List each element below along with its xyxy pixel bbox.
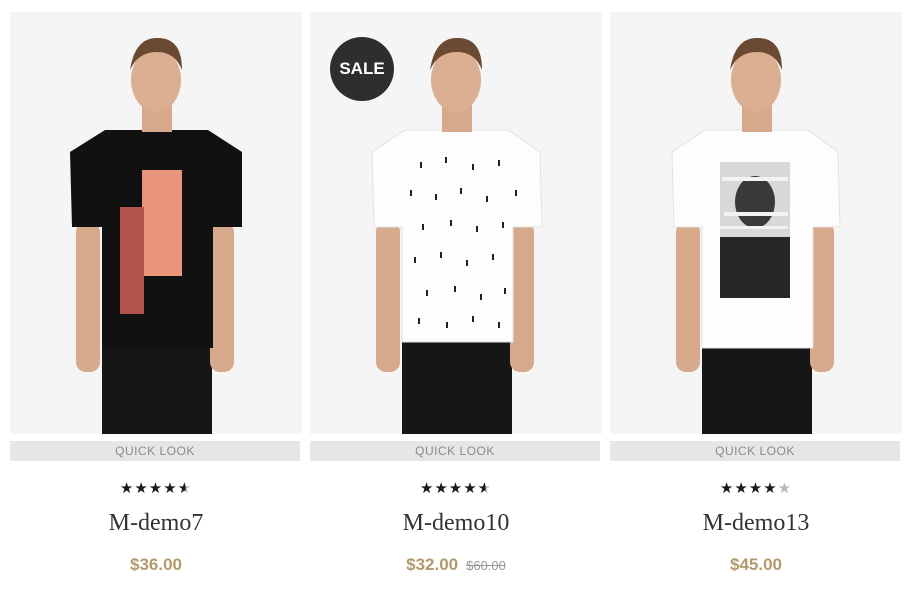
- star-icon: ★: [463, 480, 478, 497]
- sale-badge: SALE: [330, 37, 394, 101]
- product-card[interactable]: QUICK LOOK ★★★★★ M-demo7 $36.00: [10, 0, 302, 593]
- quick-look-button[interactable]: QUICK LOOK: [610, 441, 900, 461]
- product-price: $45.00: [610, 555, 902, 575]
- star-icon: ★: [419, 480, 435, 497]
- product-price: $32.00 $60.00: [310, 555, 602, 575]
- product-image[interactable]: [10, 12, 302, 434]
- star-icon: ★: [148, 480, 164, 497]
- product-name[interactable]: M-demo10: [310, 510, 602, 537]
- rating-stars: ★★★★★: [610, 480, 902, 498]
- quick-look-button[interactable]: QUICK LOOK: [10, 441, 300, 461]
- star-empty-icon: ★: [777, 480, 793, 497]
- rating-stars: ★★★★★: [10, 480, 302, 498]
- product-image[interactable]: [610, 12, 902, 434]
- star-icon: ★: [434, 480, 449, 497]
- product-card[interactable]: QUICK LOOK ★★★★★ M-demo13 $45.00: [610, 0, 902, 593]
- star-half-icon: ★: [177, 480, 193, 497]
- current-price: $36.00: [130, 555, 182, 574]
- product-name[interactable]: M-demo7: [10, 510, 302, 537]
- product-name[interactable]: M-demo13: [610, 510, 902, 537]
- rating-stars: ★★★★★: [310, 480, 602, 498]
- quick-look-button[interactable]: QUICK LOOK: [310, 441, 600, 461]
- old-price: $60.00: [466, 558, 506, 573]
- model-illustration: [610, 12, 902, 434]
- star-icon: ★: [719, 480, 735, 497]
- product-price: $36.00: [10, 555, 302, 575]
- star-icon: ★: [734, 480, 749, 497]
- current-price: $32.00: [406, 555, 459, 574]
- star-icon: ★: [748, 480, 764, 497]
- model-illustration: [10, 12, 302, 434]
- star-icon: ★: [763, 480, 778, 497]
- current-price: $45.00: [730, 555, 782, 574]
- star-icon: ★: [163, 480, 178, 497]
- star-icon: ★: [134, 480, 149, 497]
- product-card[interactable]: SALE QUICK LOOK ★★★★★ M-demo10 $32.00 $60…: [310, 0, 602, 593]
- star-icon: ★: [119, 480, 135, 497]
- star-icon: ★: [448, 480, 464, 497]
- star-half-icon: ★: [477, 480, 493, 497]
